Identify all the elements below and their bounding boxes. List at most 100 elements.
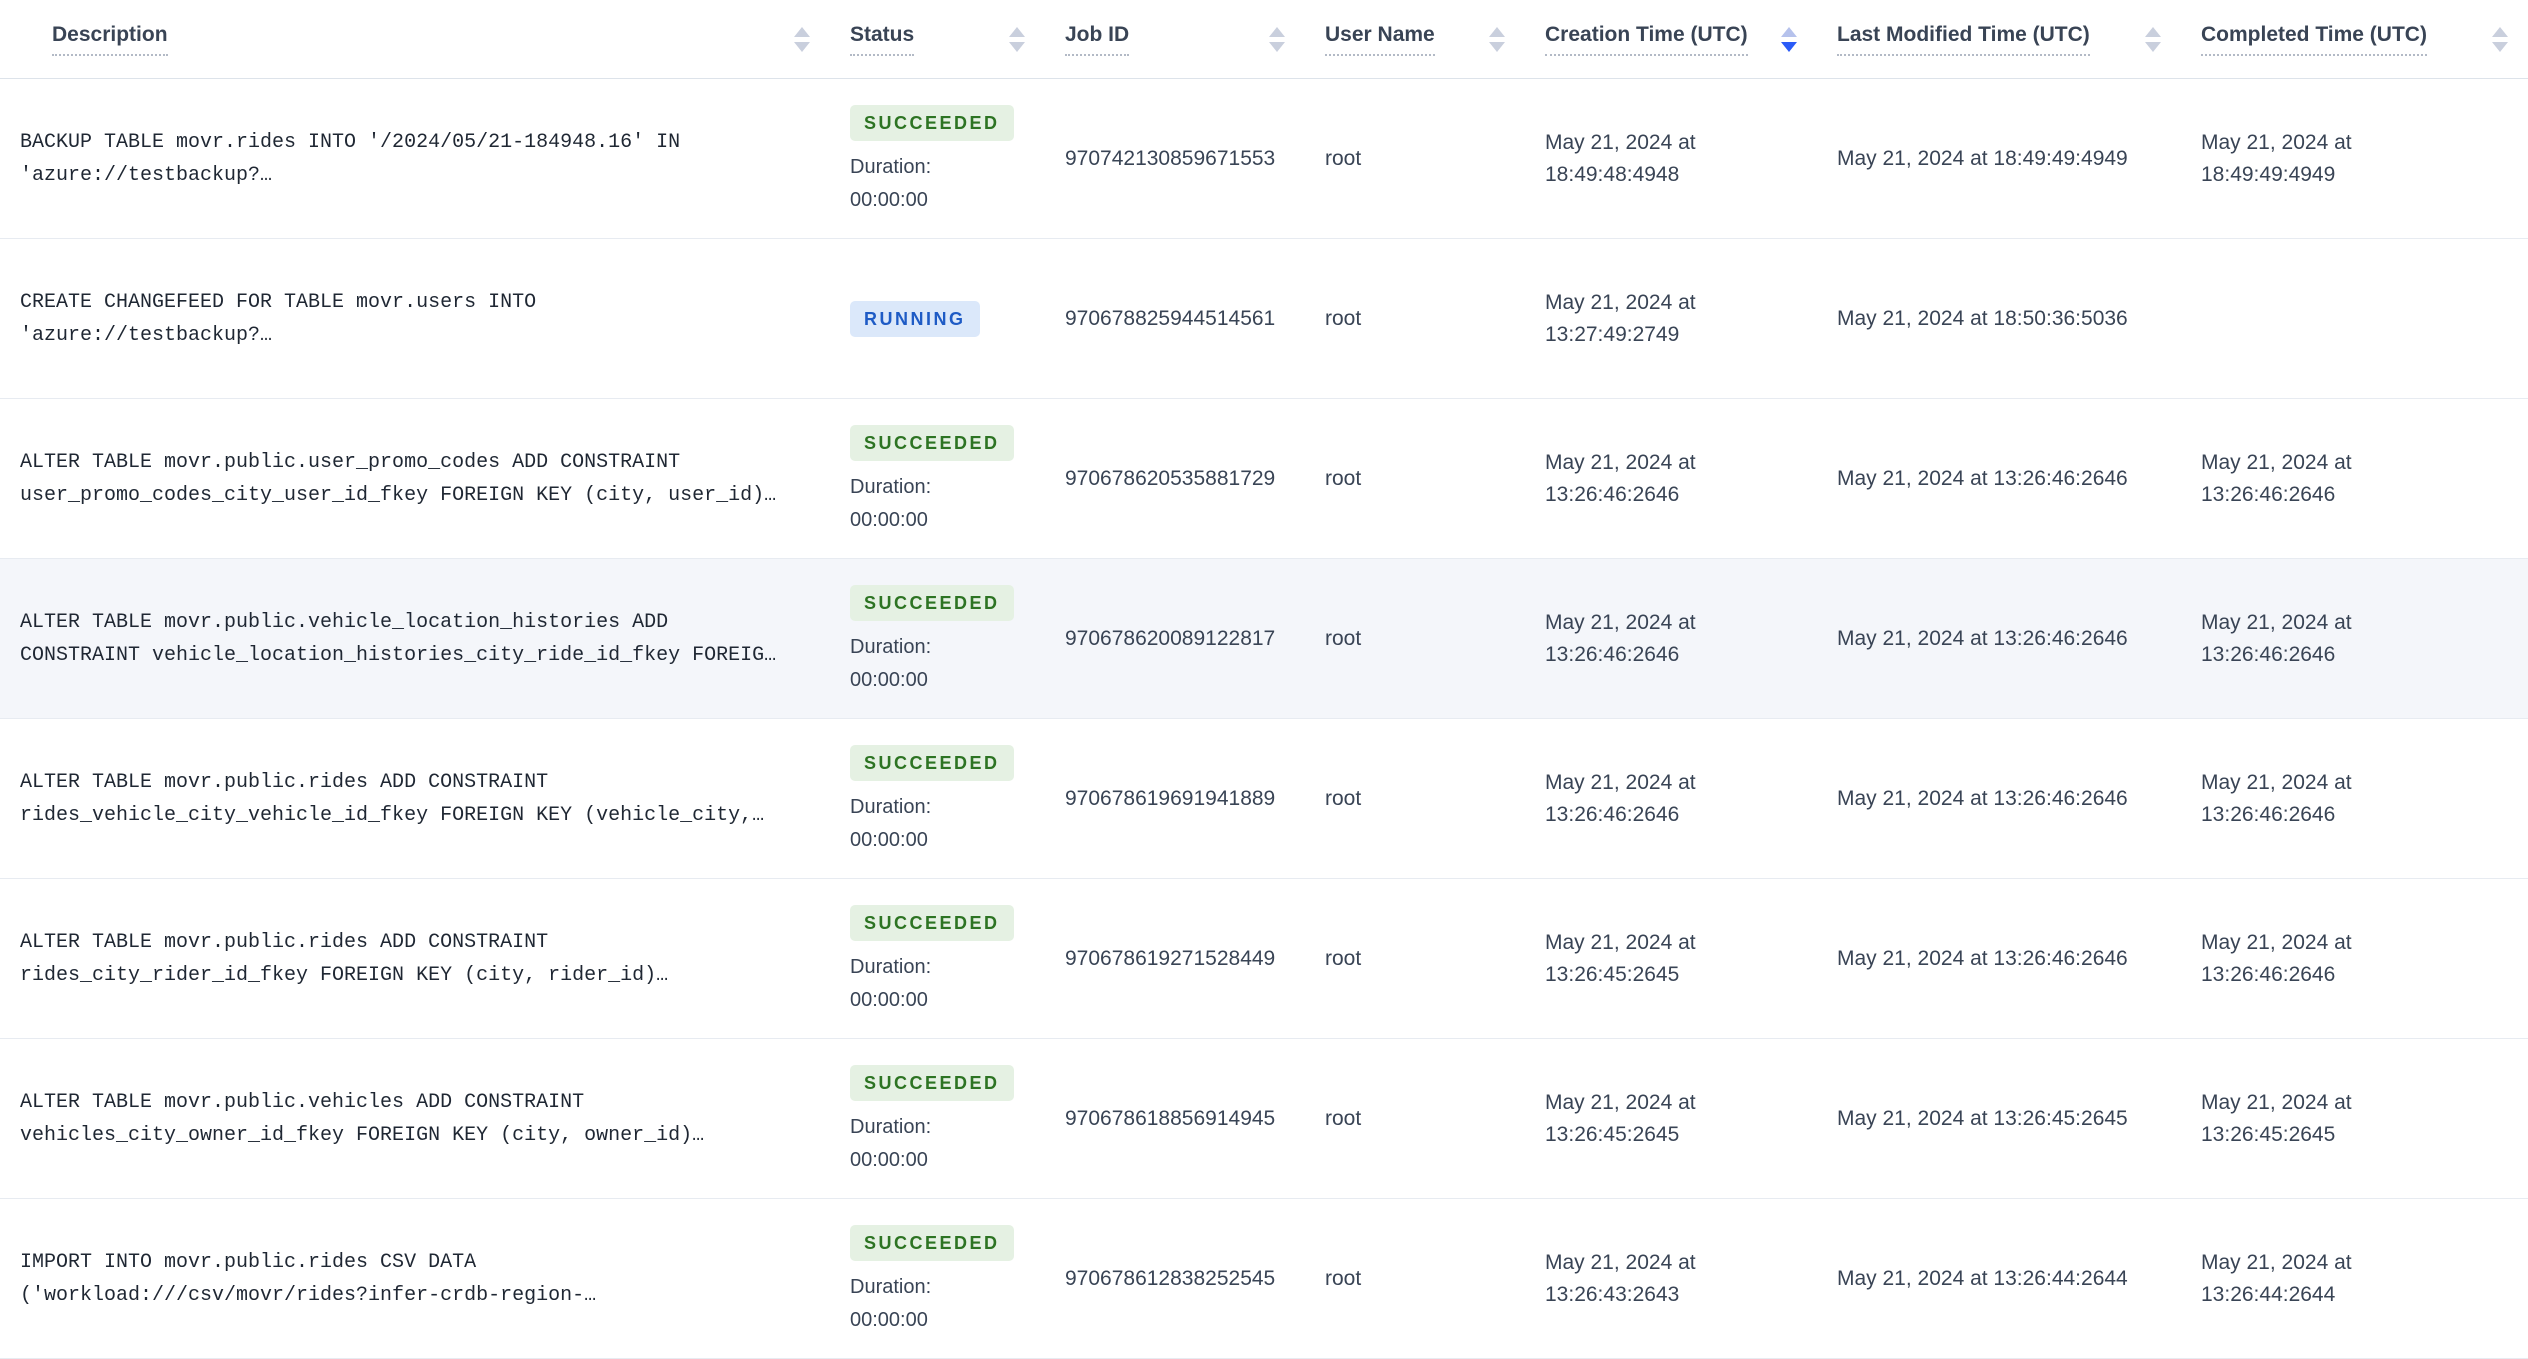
- job-id-value: 970678612838252545: [1065, 1266, 1276, 1290]
- completed-time-cell: May 21, 2024 at 13:26:46:2646: [2181, 447, 2528, 511]
- duration-value: 00:00:00: [850, 1309, 928, 1331]
- description-line-2: rides_vehicle_city_vehicle_id_fkey FOREI…: [20, 803, 765, 827]
- last-modified-time-cell: May 21, 2024 at 18:49:49:4949: [1817, 143, 2181, 175]
- creation-time-value: May 21, 2024 at 18:49:48:4948: [1545, 130, 1696, 186]
- user-name-cell: root: [1305, 943, 1525, 975]
- duration-block: Duration: 00:00:00: [850, 1116, 1025, 1172]
- user-name-value: root: [1325, 466, 1362, 490]
- creation-time-value: May 21, 2024 at 13:26:45:2645: [1545, 1090, 1696, 1146]
- duration-label: Duration:: [850, 956, 932, 978]
- status-cell: SUCCEEDED Duration: 00:00:00: [830, 1225, 1045, 1332]
- status-badge: SUCCEEDED: [850, 1065, 1014, 1101]
- table-row: ALTER TABLE movr.public.vehicles ADD CON…: [0, 1039, 2528, 1199]
- creation-time-value: May 21, 2024 at 13:26:45:2645: [1545, 930, 1696, 986]
- job-description-link[interactable]: ALTER TABLE movr.public.vehicle_location…: [20, 606, 810, 672]
- completed-time-value: May 21, 2024 at 13:26:46:2646: [2201, 930, 2352, 986]
- sort-up-icon: [2492, 26, 2508, 37]
- column-header-status[interactable]: Status: [830, 23, 1045, 56]
- duration-label: Duration:: [850, 1116, 932, 1138]
- table-row: ALTER TABLE movr.public.rides ADD CONSTR…: [0, 879, 2528, 1039]
- sort-arrows-icon[interactable]: [794, 26, 810, 52]
- job-id-value: 970678618856914945: [1065, 1106, 1276, 1130]
- user-name-value: root: [1325, 946, 1362, 970]
- user-name-cell: root: [1305, 623, 1525, 655]
- sort-up-icon: [1269, 26, 1285, 37]
- table-row: BACKUP TABLE movr.rides INTO '/2024/05/2…: [0, 79, 2528, 239]
- column-header-label[interactable]: User Name: [1325, 23, 1435, 56]
- job-id-cell: 970678620089122817: [1045, 623, 1305, 655]
- job-id-value: 970678619691941889: [1065, 786, 1276, 810]
- table-row: IMPORT INTO movr.public.rides CSV DATA (…: [0, 1199, 2528, 1359]
- job-description-link[interactable]: ALTER TABLE movr.public.rides ADD CONSTR…: [20, 766, 810, 832]
- status-badge: SUCCEEDED: [850, 425, 1014, 461]
- job-description-link[interactable]: IMPORT INTO movr.public.rides CSV DATA (…: [20, 1246, 810, 1312]
- column-header-label[interactable]: Last Modified Time (UTC): [1837, 23, 2090, 56]
- job-description-link[interactable]: ALTER TABLE movr.public.rides ADD CONSTR…: [20, 926, 810, 992]
- job-description-link[interactable]: BACKUP TABLE movr.rides INTO '/2024/05/2…: [20, 126, 810, 192]
- status-badge: SUCCEEDED: [850, 905, 1014, 941]
- user-name-value: root: [1325, 1266, 1362, 1290]
- sort-arrows-icon[interactable]: [1489, 26, 1505, 52]
- description-cell: ALTER TABLE movr.public.rides ADD CONSTR…: [0, 926, 830, 992]
- column-header-label[interactable]: Job ID: [1065, 23, 1130, 56]
- sort-arrows-icon[interactable]: [1269, 26, 1285, 52]
- status-badge: SUCCEEDED: [850, 745, 1014, 781]
- column-header-description[interactable]: Description: [0, 23, 830, 56]
- completed-time-cell: May 21, 2024 at 13:26:46:2646: [2181, 607, 2528, 671]
- duration-block: Duration: 00:00:00: [850, 956, 1025, 1012]
- last-modified-time-value: May 21, 2024 at 13:26:46:2646: [1837, 786, 2128, 810]
- last-modified-time-value: May 21, 2024 at 13:26:46:2646: [1837, 946, 2128, 970]
- sort-arrows-icon[interactable]: [1009, 26, 1025, 52]
- last-modified-time-cell: May 21, 2024 at 13:26:46:2646: [1817, 783, 2181, 815]
- column-header-creationTime[interactable]: Creation Time (UTC): [1525, 23, 1817, 56]
- sort-arrows-icon[interactable]: [2492, 26, 2508, 52]
- description-line-1: ALTER TABLE movr.public.vehicles ADD CON…: [20, 1090, 585, 1114]
- description-cell: ALTER TABLE movr.public.rides ADD CONSTR…: [0, 766, 830, 832]
- duration-value: 00:00:00: [850, 829, 928, 851]
- job-description-link[interactable]: ALTER TABLE movr.public.user_promo_codes…: [20, 446, 810, 512]
- column-header-label[interactable]: Description: [52, 23, 168, 56]
- status-cell: RUNNING Duration:: [830, 300, 1045, 337]
- column-header-completedTime[interactable]: Completed Time (UTC): [2181, 23, 2528, 56]
- user-name-cell: root: [1305, 1263, 1525, 1295]
- duration-value: 00:00:00: [850, 1149, 928, 1171]
- duration-value: 00:00:00: [850, 189, 928, 211]
- column-header-lastModifiedTime[interactable]: Last Modified Time (UTC): [1817, 23, 2181, 56]
- status-badge: RUNNING: [850, 300, 980, 337]
- sort-up-icon: [794, 26, 810, 37]
- column-header-userName[interactable]: User Name: [1305, 23, 1525, 56]
- last-modified-time-cell: May 21, 2024 at 13:26:46:2646: [1817, 623, 2181, 655]
- job-description-link[interactable]: ALTER TABLE movr.public.vehicles ADD CON…: [20, 1086, 810, 1152]
- job-description-link[interactable]: CREATE CHANGEFEED FOR TABLE movr.users I…: [20, 286, 810, 352]
- status-badge: SUCCEEDED: [850, 585, 1014, 621]
- completed-time-value: May 21, 2024 at 13:26:45:2645: [2201, 1090, 2352, 1146]
- last-modified-time-value: May 21, 2024 at 13:26:44:2644: [1837, 1266, 2128, 1290]
- last-modified-time-value: May 21, 2024 at 18:50:36:5036: [1837, 306, 2128, 330]
- job-id-cell: 970742130859671553: [1045, 143, 1305, 175]
- completed-time-value: May 21, 2024 at 13:26:44:2644: [2201, 1250, 2352, 1306]
- column-header-jobId[interactable]: Job ID: [1045, 23, 1305, 56]
- user-name-cell: root: [1305, 463, 1525, 495]
- sort-down-icon: [2492, 41, 2508, 52]
- description-line-1: ALTER TABLE movr.public.vehicle_location…: [20, 610, 669, 634]
- last-modified-time-cell: May 21, 2024 at 13:26:45:2645: [1817, 1103, 2181, 1135]
- description-line-1: IMPORT INTO movr.public.rides CSV DATA: [20, 1250, 477, 1274]
- sort-up-icon: [2145, 26, 2161, 37]
- status-badge: SUCCEEDED: [850, 105, 1014, 141]
- sort-arrows-icon[interactable]: [2145, 26, 2161, 52]
- column-header-label[interactable]: Status: [850, 23, 915, 56]
- column-header-label[interactable]: Completed Time (UTC): [2201, 23, 2427, 56]
- creation-time-cell: May 21, 2024 at 13:26:46:2646: [1525, 607, 1817, 671]
- duration-block: Duration: 00:00:00: [850, 476, 1025, 532]
- creation-time-cell: May 21, 2024 at 13:26:46:2646: [1525, 447, 1817, 511]
- duration-label: Duration:: [850, 1276, 932, 1298]
- table-row: ALTER TABLE movr.public.vehicle_location…: [0, 559, 2528, 719]
- description-line-1: ALTER TABLE movr.public.rides ADD CONSTR…: [20, 770, 549, 794]
- column-header-label[interactable]: Creation Time (UTC): [1545, 23, 1748, 56]
- creation-time-cell: May 21, 2024 at 18:49:48:4948: [1525, 127, 1817, 191]
- last-modified-time-cell: May 21, 2024 at 13:26:46:2646: [1817, 463, 2181, 495]
- completed-time-value: May 21, 2024 at 13:26:46:2646: [2201, 610, 2352, 666]
- sort-arrows-icon[interactable]: [1781, 26, 1797, 52]
- description-line-2: 'azure://testbackup?…: [20, 163, 273, 187]
- creation-time-cell: May 21, 2024 at 13:26:43:2643: [1525, 1247, 1817, 1311]
